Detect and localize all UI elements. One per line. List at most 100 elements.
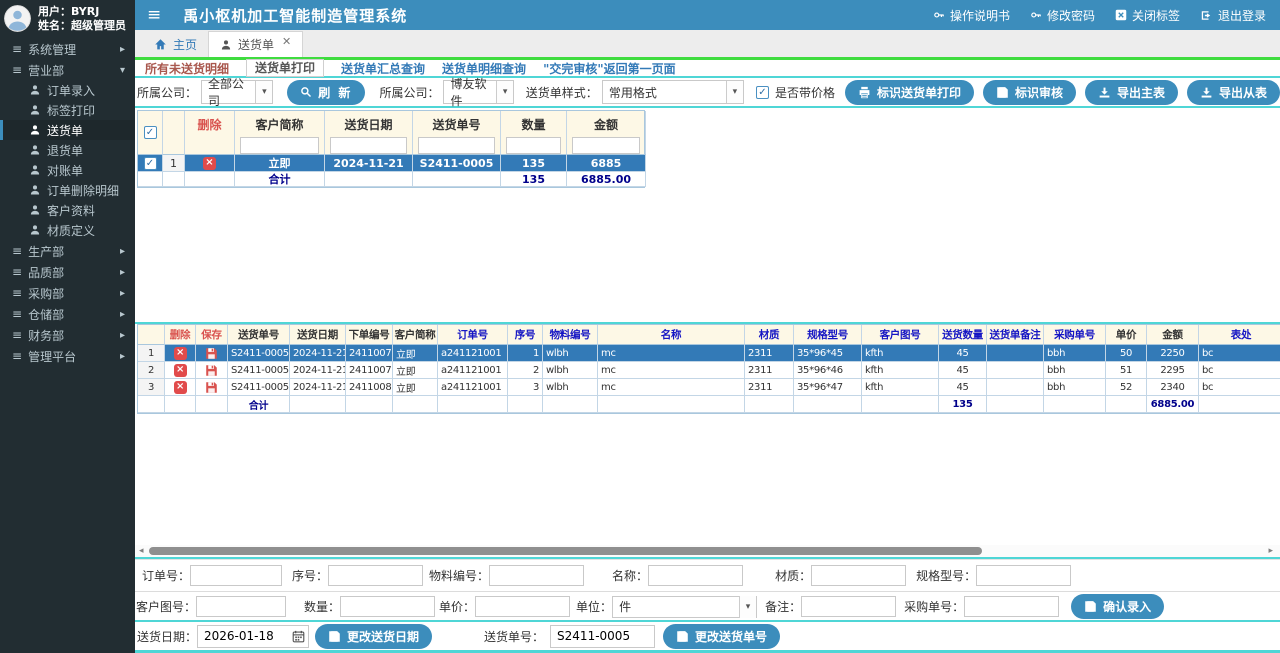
logout-label: 退出登录	[1218, 7, 1266, 24]
tab-home[interactable]: 主页	[143, 31, 208, 57]
grid-total-row: 合计1356885.00	[138, 172, 644, 187]
print-marked-button[interactable]: 标识送货单打印	[845, 80, 974, 105]
grid-row[interactable]: 3×S2411-00052024-11-2124110080立即a2411210…	[138, 379, 1280, 396]
close-icon[interactable]: ✕	[282, 35, 291, 48]
chevron-right-icon: ▸	[120, 309, 135, 320]
subnav-audit-return[interactable]: "交完审核"返回第一页面	[543, 60, 676, 77]
sidebar-item-statement[interactable]: 对账单	[0, 160, 135, 180]
export-master-button[interactable]: 导出主表	[1085, 80, 1178, 105]
confirm-entry-button[interactable]: 确认录入	[1071, 594, 1164, 619]
horizontal-scrollbar[interactable]: ◂ ▸	[135, 545, 1280, 559]
sidebar-item-quality-dept[interactable]: ≡品质部▸	[0, 262, 135, 282]
sidebar-item-purchase-dept[interactable]: ≡采购部▸	[0, 283, 135, 303]
sidebar-item-order-delete-detail[interactable]: 订单删除明细	[0, 180, 135, 200]
sidebar-item-finance-dept[interactable]: ≡财务部▸	[0, 325, 135, 345]
select-all-checkbox[interactable]: ✓	[144, 126, 157, 139]
subnav-all-undelivered[interactable]: 所有未送货明细	[145, 60, 229, 77]
po-no-input[interactable]	[964, 596, 1059, 617]
delete-icon[interactable]: ×	[174, 347, 187, 360]
column-label: 表处	[1231, 327, 1251, 342]
user-icon	[29, 104, 41, 116]
subnav-delivery-summary[interactable]: 送货单汇总查询	[341, 60, 425, 77]
cell-cust_drawing: kfth	[862, 362, 939, 379]
sidebar-item-sales-dept[interactable]: ≡营业部▾	[0, 60, 135, 80]
sidebar-item-delivery-note[interactable]: 送货单	[0, 120, 135, 140]
sidebar-item-production-dept[interactable]: ≡生产部▸	[0, 241, 135, 261]
entry-form: 订单号：序号：物料编号：名称：材质：规格型号： 客户图号：数量：单价：单位：件▾…	[135, 559, 1280, 622]
material-input[interactable]	[811, 565, 906, 586]
subnav-delivery-print[interactable]: 送货单打印	[246, 59, 324, 77]
grid-total-row: 合计1356885.00	[138, 396, 1280, 413]
calendar-icon[interactable]	[292, 630, 305, 643]
delete-icon[interactable]: ×	[174, 364, 187, 377]
spec-input[interactable]	[976, 565, 1071, 586]
subnav-delivery-detail-query[interactable]: 送货单明细查询	[442, 60, 526, 77]
sidebar-item-material-def[interactable]: 材质定义	[0, 220, 135, 240]
manual-link[interactable]: 操作说明书	[933, 7, 1010, 24]
scroll-left-icon[interactable]: ◂	[139, 545, 144, 557]
style-select[interactable]: 常用格式 ▾	[602, 80, 744, 104]
column-header-ship_no: 送货单号	[228, 325, 290, 345]
remark-input[interactable]	[801, 596, 896, 617]
save-icon[interactable]	[205, 347, 218, 360]
sidebar-item-label-print[interactable]: 标签打印	[0, 100, 135, 120]
sidebar-item-return-note[interactable]: 退货单	[0, 140, 135, 160]
style-label: 送货单样式：	[526, 84, 598, 101]
save-icon[interactable]	[205, 381, 218, 394]
logout-link[interactable]: 退出登录	[1200, 7, 1266, 24]
chevron-down-icon: ▾	[496, 81, 512, 103]
export-detail-button[interactable]: 导出从表	[1187, 80, 1280, 105]
change-ship-no-button[interactable]: 更改送货单号	[663, 624, 780, 649]
cust-drawing-input[interactable]	[196, 596, 286, 617]
unit-price-input[interactable]	[475, 596, 570, 617]
column-label: 材质	[759, 327, 779, 342]
price-checkbox[interactable]: ✓	[756, 86, 769, 99]
cell-item_code: wlbh	[543, 379, 598, 396]
order-no-input[interactable]	[190, 565, 282, 586]
user-icon	[29, 124, 41, 136]
row-checkbox[interactable]: ✓	[144, 157, 157, 170]
audit-marked-button[interactable]: 标识审核	[983, 80, 1076, 105]
company2-select[interactable]: 博友软件 ▾	[443, 80, 513, 104]
delete-icon[interactable]: ×	[174, 381, 187, 394]
sidebar-item-warehouse-dept[interactable]: ≡仓储部▸	[0, 304, 135, 324]
seq-no-input[interactable]	[328, 565, 423, 586]
close-tabs-link[interactable]: 关闭标签	[1115, 7, 1180, 24]
filter-input-date[interactable]	[330, 137, 407, 154]
refresh-button[interactable]: 刷 新	[287, 80, 365, 105]
sidebar-item-customer-info[interactable]: 客户资料	[0, 200, 135, 220]
cell-del: ×	[185, 155, 235, 172]
scrollbar-thumb[interactable]	[149, 547, 982, 555]
sidebar-item-mgmt-platform[interactable]: ≡管理平台▸	[0, 346, 135, 366]
ship-date-input[interactable]	[204, 629, 284, 643]
unit-select[interactable]: 件▾	[612, 596, 757, 618]
company-filter-select[interactable]: 全部公司 ▾	[201, 80, 273, 104]
sidebar-item-system-mgmt[interactable]: ≡系统管理▸	[0, 39, 135, 59]
cell-save	[196, 379, 228, 396]
ship-no-input[interactable]	[550, 625, 655, 648]
change-password-link[interactable]: 修改密码	[1030, 7, 1095, 24]
column-header-price: 单价	[1106, 325, 1147, 345]
filter-input-amount[interactable]	[572, 137, 640, 154]
filter-input-customer[interactable]	[240, 137, 319, 154]
save-icon[interactable]	[205, 364, 218, 377]
item-name-input[interactable]	[648, 565, 743, 586]
tab-delivery-note[interactable]: 送货单✕	[208, 31, 303, 57]
grid-row[interactable]: 1×S2411-00052024-11-2124110078立即a2411210…	[138, 345, 1280, 362]
qty-input[interactable]	[340, 596, 435, 617]
item-code-input[interactable]	[489, 565, 584, 586]
ship-date-field[interactable]	[197, 625, 309, 648]
column-header-date: 送货日期	[325, 111, 413, 155]
sidebar-item-order-entry[interactable]: 订单录入	[0, 80, 135, 100]
total-cell-del	[185, 172, 235, 187]
hamburger-icon[interactable]: ≡	[147, 5, 161, 25]
scroll-right-icon[interactable]: ▸	[1268, 545, 1273, 557]
delete-icon[interactable]: ×	[203, 157, 216, 170]
grid-row[interactable]: 2×S2411-00052024-11-2124110079立即a2411210…	[138, 362, 1280, 379]
sidebar-item-label: 订单录入	[47, 82, 95, 99]
filter-input-no[interactable]	[418, 137, 495, 154]
filter-input-qty[interactable]	[506, 137, 561, 154]
change-ship-date-button[interactable]: 更改送货日期	[315, 624, 432, 649]
cell-ship_date: 2024-11-21	[290, 379, 346, 396]
grid-row[interactable]: ✓1×立即2024-11-21S2411-00051356885	[138, 155, 644, 172]
